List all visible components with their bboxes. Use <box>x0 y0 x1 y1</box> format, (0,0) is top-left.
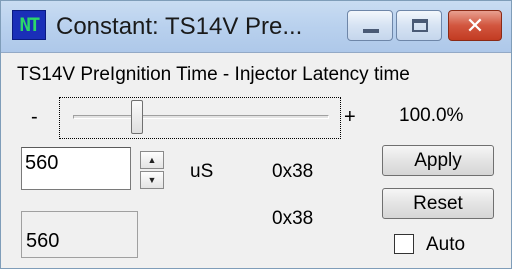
slider-min-label: - <box>31 106 38 128</box>
slider-percent-label: 100.0% <box>399 105 464 126</box>
maximize-button[interactable] <box>396 10 442 41</box>
arrow-down-icon: ▼ <box>147 175 157 185</box>
minimize-button[interactable] <box>347 10 393 41</box>
maximize-icon <box>412 19 428 32</box>
slider-thumb[interactable] <box>131 100 143 134</box>
arrow-up-icon: ▲ <box>147 155 157 165</box>
constant-description: TS14V PreIgnition Time - Injector Latenc… <box>17 64 410 85</box>
auto-checkbox[interactable] <box>394 234 414 254</box>
hex-value-label: 0x38 <box>272 161 314 182</box>
close-button[interactable]: ✕ <box>448 10 502 41</box>
reset-button[interactable]: Reset <box>382 188 494 219</box>
app-icon: NT <box>12 10 46 40</box>
auto-checkbox-label: Auto <box>426 234 466 255</box>
spin-up-button[interactable]: ▲ <box>140 151 164 169</box>
constant-editor-window: NT Constant: TS14V Pre... ✕ TS14V PreIgn… <box>0 0 512 269</box>
title-bar[interactable]: NT Constant: TS14V Pre... ✕ <box>1 1 511 53</box>
slider-max-label: + <box>344 106 356 128</box>
spin-down-button[interactable]: ▼ <box>140 171 164 189</box>
minimize-icon <box>363 29 379 33</box>
original-hex-label: 0x38 <box>272 208 314 229</box>
unit-label: uS <box>190 161 214 182</box>
original-value-field: 560 <box>21 211 138 258</box>
apply-button[interactable]: Apply <box>382 145 494 176</box>
close-icon: ✕ <box>465 12 485 38</box>
slider-track[interactable] <box>73 115 329 119</box>
value-input[interactable]: 560 <box>21 147 131 190</box>
window-title: Constant: TS14V Pre... <box>56 13 303 40</box>
